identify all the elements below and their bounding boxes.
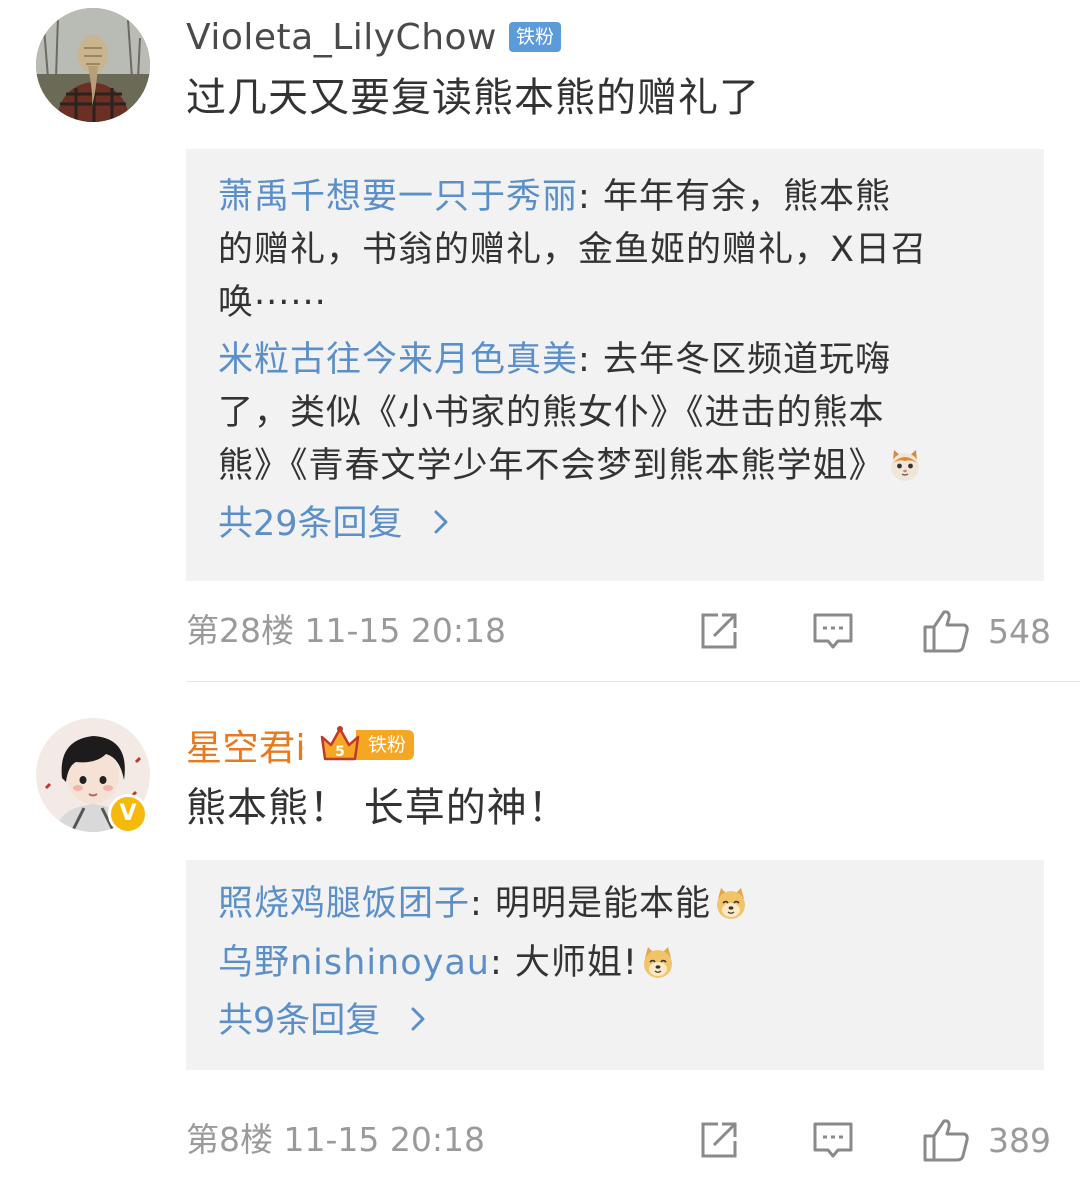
share-button[interactable]	[698, 606, 740, 656]
like-icon	[922, 608, 970, 654]
reply-item[interactable]: 照烧鸡腿饭团子: 明明是能本能	[218, 878, 1014, 931]
share-icon	[698, 1119, 740, 1161]
reply-text: 大师姐!	[502, 943, 638, 983]
comment-time: 20:18	[389, 1120, 485, 1159]
reply-box[interactable]: 萧禹千想要一只于秀丽: 年年有余，熊本熊 的赠礼，书翁的赠礼，金鱼姬的赠礼，X日…	[186, 149, 1044, 581]
comment-meta: 第28楼 11-15 20:18	[186, 606, 506, 656]
reply-text: 去年冬区频道玩嗨	[590, 340, 891, 380]
comment-footer: 第28楼 11-15 20:18 548	[186, 606, 1051, 656]
username[interactable]: 星空君i	[186, 719, 306, 771]
floor-number: 第28楼	[186, 611, 294, 650]
comment-item: V 星空君i 5 铁粉 熊本熊！ 长草的神！ 照烧鸡腿饭团子: 明明是能本能 乌…	[0, 682, 1080, 1182]
comment-date: 11-15	[283, 1120, 380, 1159]
fan-badge-label: 铁粉	[356, 730, 415, 760]
reply-separator: :	[470, 884, 483, 924]
comment-date: 11-15	[304, 611, 401, 650]
more-replies-link[interactable]: 共29条回复	[218, 499, 1014, 549]
like-button[interactable]: 548	[922, 606, 1051, 656]
comment-text: 过几天又要复读熊本熊的赠礼了	[186, 75, 760, 121]
chevron-right-icon	[433, 499, 449, 549]
reply-button[interactable]	[812, 1115, 854, 1165]
username-row: 星空君i 5 铁粉	[186, 719, 415, 771]
like-count: 389	[988, 1120, 1051, 1160]
reply-separator: :	[578, 177, 591, 217]
like-icon	[922, 1117, 970, 1163]
username-row: Violeta_LilyChow 铁粉	[186, 12, 561, 62]
more-replies-link[interactable]: 共9条回复	[218, 996, 1014, 1046]
fan-badge[interactable]: 5 铁粉	[318, 723, 415, 767]
avatar[interactable]	[36, 8, 150, 122]
reply-author[interactable]: 萧禹千想要一只于秀丽	[218, 177, 578, 217]
comment-time: 20:18	[410, 611, 506, 650]
username[interactable]: Violeta_LilyChow	[186, 17, 497, 58]
more-replies-label: 共9条回复	[218, 1001, 381, 1041]
reply-separator: :	[490, 943, 503, 983]
reply-author[interactable]: 米粒古往今来月色真美	[218, 340, 578, 380]
cat-emoji	[887, 447, 923, 483]
reply-button[interactable]	[812, 606, 854, 656]
reply-item[interactable]: 乌野nishinoyau: 大师姐!	[218, 937, 1014, 990]
share-icon	[698, 610, 740, 652]
reply-author[interactable]: 照烧鸡腿饭团子	[218, 884, 470, 924]
comment-text: 熊本熊！ 长草的神！	[186, 785, 569, 831]
reply-text: 年年有余，熊本熊	[590, 177, 891, 217]
share-button[interactable]	[698, 1115, 740, 1165]
like-button[interactable]: 389	[922, 1115, 1051, 1165]
comment-meta: 第8楼 11-15 20:18	[186, 1115, 485, 1165]
reply-author[interactable]: 乌野nishinoyau	[218, 943, 490, 983]
comment-icon	[812, 610, 854, 652]
doge-emoji	[640, 944, 676, 980]
reply-separator: :	[578, 340, 591, 380]
crown-icon: 5	[320, 726, 360, 761]
doge-emoji	[713, 885, 749, 921]
verified-badge: V	[108, 794, 148, 834]
fan-level: 5	[335, 744, 345, 760]
reply-text: 了，类似《小书家的熊女仆》《进击的熊本	[218, 393, 885, 433]
reply-text: 唤······	[218, 283, 327, 323]
more-replies-label: 共29条回复	[218, 504, 403, 544]
reply-item[interactable]: 萧禹千想要一只于秀丽: 年年有余，熊本熊 的赠礼，书翁的赠礼，金鱼姬的赠礼，X日…	[218, 171, 1014, 330]
reply-item[interactable]: 米粒古往今来月色真美: 去年冬区频道玩嗨 了，类似《小书家的熊女仆》《进击的熊本…	[218, 334, 1014, 493]
comment-icon	[812, 1119, 854, 1161]
reply-text: 明明是能本能	[482, 884, 711, 924]
floor-number: 第8楼	[186, 1120, 273, 1159]
fan-badge[interactable]: 铁粉	[508, 22, 561, 52]
reply-text: 熊》《青春文学少年不会梦到熊本熊学姐》	[218, 446, 885, 486]
comment-item: Violeta_LilyChow 铁粉 过几天又要复读熊本熊的赠礼了 萧禹千想要…	[0, 0, 1080, 680]
chevron-right-icon	[410, 996, 426, 1046]
reply-box[interactable]: 照烧鸡腿饭团子: 明明是能本能 乌野nishinoyau: 大师姐! 共9条回复	[186, 860, 1044, 1070]
like-count: 548	[988, 611, 1051, 651]
comment-footer: 第8楼 11-15 20:18 389	[186, 1115, 1051, 1165]
reply-text: 的赠礼，书翁的赠礼，金鱼姬的赠礼，X日召	[218, 230, 927, 270]
